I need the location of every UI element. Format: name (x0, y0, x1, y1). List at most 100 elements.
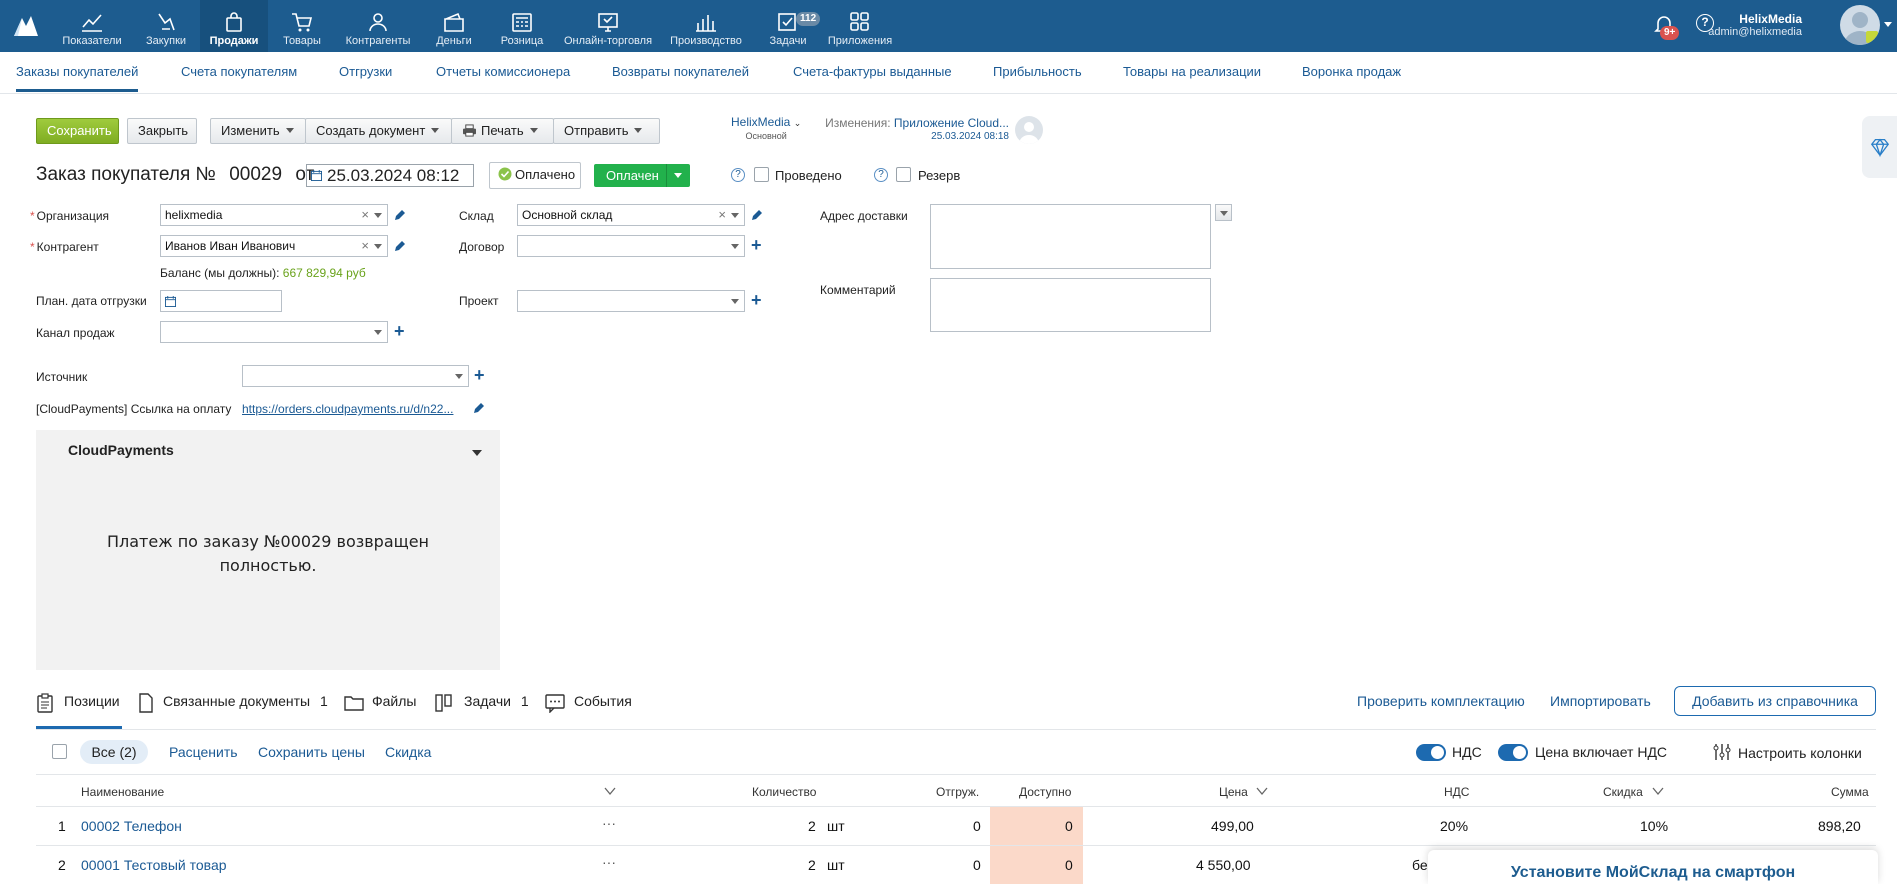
nav-goods[interactable]: Товары (272, 0, 332, 52)
tab-customer-returns[interactable]: Возвраты покупателей (612, 64, 749, 79)
change-button[interactable]: Изменить (210, 118, 306, 144)
reserve-checkbox[interactable] (896, 167, 911, 182)
chevron-down-icon[interactable] (374, 244, 382, 249)
col-shipped[interactable]: Отгруж. (936, 785, 979, 799)
contract-field[interactable] (517, 235, 745, 257)
nav-sales[interactable]: Продажи (200, 0, 268, 52)
tab-shipments[interactable]: Отгрузки (339, 64, 392, 79)
tab-events[interactable]: События (545, 693, 632, 713)
comment-textarea[interactable] (930, 278, 1211, 332)
price-value[interactable]: 4 550,00 (1196, 857, 1251, 873)
print-button[interactable]: Печать (451, 118, 554, 144)
check-completeness-link[interactable]: Проверить комплектацию (1357, 693, 1525, 709)
vat-value[interactable]: 20% (1440, 818, 1468, 834)
save-button[interactable]: Сохранить (36, 118, 119, 144)
changes-link[interactable]: Приложение Cloud... (894, 116, 1009, 130)
tab-sales-funnel[interactable]: Воронка продаж (1302, 64, 1401, 79)
clear-icon[interactable]: × (361, 236, 369, 256)
reprice-link[interactable]: Расценить (169, 744, 238, 760)
add-source-button[interactable]: + (474, 366, 485, 384)
address-expand-button[interactable] (1215, 204, 1232, 221)
pencil-icon[interactable] (393, 239, 407, 253)
nav-contractors[interactable]: Контрагенты (340, 0, 416, 52)
chevron-down-icon[interactable] (731, 299, 739, 304)
status-dropdown[interactable]: Оплачен (594, 164, 690, 187)
close-button[interactable]: Закрыть (127, 118, 197, 144)
side-widget[interactable] (1862, 116, 1897, 178)
col-qty[interactable]: Количество (752, 785, 816, 799)
filter-all-pill[interactable]: Все (2) (80, 740, 148, 764)
col-price[interactable]: Цена (1219, 785, 1248, 799)
date-field[interactable]: 25.03.2024 08:12 (306, 164, 474, 187)
col-name[interactable]: Наименование (81, 785, 164, 799)
paid-button[interactable]: Оплачено (489, 162, 581, 189)
clear-icon[interactable]: × (361, 205, 369, 225)
help-icon[interactable]: ? (874, 168, 888, 182)
vat-toggle[interactable] (1416, 744, 1446, 761)
select-all-checkbox[interactable] (52, 744, 67, 759)
project-field[interactable] (517, 290, 745, 312)
nav-apps[interactable]: Приложения (824, 0, 896, 52)
col-vat[interactable]: НДС (1444, 785, 1469, 799)
sort-chevron-icon[interactable] (1256, 787, 1268, 796)
clear-icon[interactable]: × (718, 205, 726, 225)
qty-value[interactable]: 2 (808, 818, 816, 834)
user-info[interactable]: HelixMedia admin@helixmedia (1708, 12, 1802, 38)
order-number[interactable]: 00029 (229, 164, 282, 185)
tab-customer-orders[interactable]: Заказы покупателей (16, 64, 139, 92)
help-icon[interactable]: ? (731, 168, 745, 182)
nav-dashboard[interactable]: Показатели (56, 0, 128, 52)
save-prices-link[interactable]: Сохранить цены (258, 744, 365, 760)
product-link[interactable]: 00001 Тестовый товар (81, 857, 227, 873)
chevron-down-icon[interactable] (731, 213, 739, 218)
tab-tasks[interactable]: Задачи 1 (434, 693, 529, 712)
tab-consignment-goods[interactable]: Товары на реализации (1123, 64, 1261, 79)
create-document-button[interactable]: Создать документ (305, 118, 452, 144)
nav-tasks[interactable]: Задачи 112 (760, 0, 821, 52)
collapse-chevron-icon[interactable] (472, 450, 482, 456)
price-value[interactable]: 499,00 (1211, 818, 1254, 834)
add-project-button[interactable]: + (751, 291, 762, 309)
chevron-down-icon[interactable] (374, 213, 382, 218)
col-sum[interactable]: Сумма (1831, 785, 1869, 799)
nav-money[interactable]: Деньги (424, 0, 484, 52)
source-field[interactable] (242, 365, 469, 387)
add-channel-button[interactable]: + (394, 322, 405, 340)
price-incl-vat-toggle[interactable] (1498, 744, 1528, 761)
org-field[interactable]: helixmedia × (160, 204, 388, 226)
product-link[interactable]: 00002 Телефон (81, 818, 182, 834)
pencil-icon[interactable] (750, 208, 764, 222)
row-more-button[interactable]: ··· (602, 815, 616, 831)
channel-field[interactable] (160, 321, 388, 343)
avatar[interactable] (1840, 5, 1880, 45)
discount-value[interactable]: 10% (1640, 818, 1668, 834)
col-available[interactable]: Доступно (1019, 785, 1071, 799)
sort-chevron-icon[interactable] (1652, 787, 1664, 796)
tab-files[interactable]: Файлы (344, 693, 416, 711)
add-from-catalog-button[interactable]: Добавить из справочника (1674, 686, 1876, 716)
chevron-down-icon[interactable] (455, 374, 463, 379)
chevron-down-icon[interactable] (374, 330, 382, 335)
warehouse-field[interactable]: Основной склад × (517, 204, 745, 226)
col-discount[interactable]: Скидка (1603, 785, 1643, 799)
tab-commission-reports[interactable]: Отчеты комиссионера (436, 64, 570, 79)
pencil-icon[interactable] (393, 208, 407, 222)
pencil-icon[interactable] (472, 401, 486, 415)
tab-positions[interactable]: Позиции (36, 693, 120, 713)
vat-value[interactable]: бе (1412, 857, 1428, 873)
send-button[interactable]: Отправить (553, 118, 660, 144)
configure-columns-button[interactable]: Настроить колонки (1712, 742, 1862, 762)
row-more-button[interactable]: ··· (602, 854, 616, 870)
contractor-field[interactable]: Иванов Иван Иванович × (160, 235, 388, 257)
ship-date-field[interactable] (160, 290, 282, 312)
posted-checkbox[interactable] (754, 167, 769, 182)
tab-invoices-issued[interactable]: Счета-фактуры выданные (793, 64, 952, 79)
nav-production[interactable]: Производство (664, 0, 748, 52)
mobile-app-promo[interactable]: Установите МойСклад на смартфон (1428, 850, 1878, 884)
user-menu-chevron-icon[interactable] (1884, 22, 1892, 27)
tab-customer-invoices[interactable]: Счета покупателям (181, 64, 297, 79)
cp-payment-link[interactable]: https://orders.cloudpayments.ru/d/n22... (242, 402, 453, 416)
tab-linked-documents[interactable]: Связанные документы 1 (137, 693, 328, 713)
nav-retail[interactable]: Розница (492, 0, 552, 52)
moysklad-logo-icon[interactable] (12, 12, 40, 38)
